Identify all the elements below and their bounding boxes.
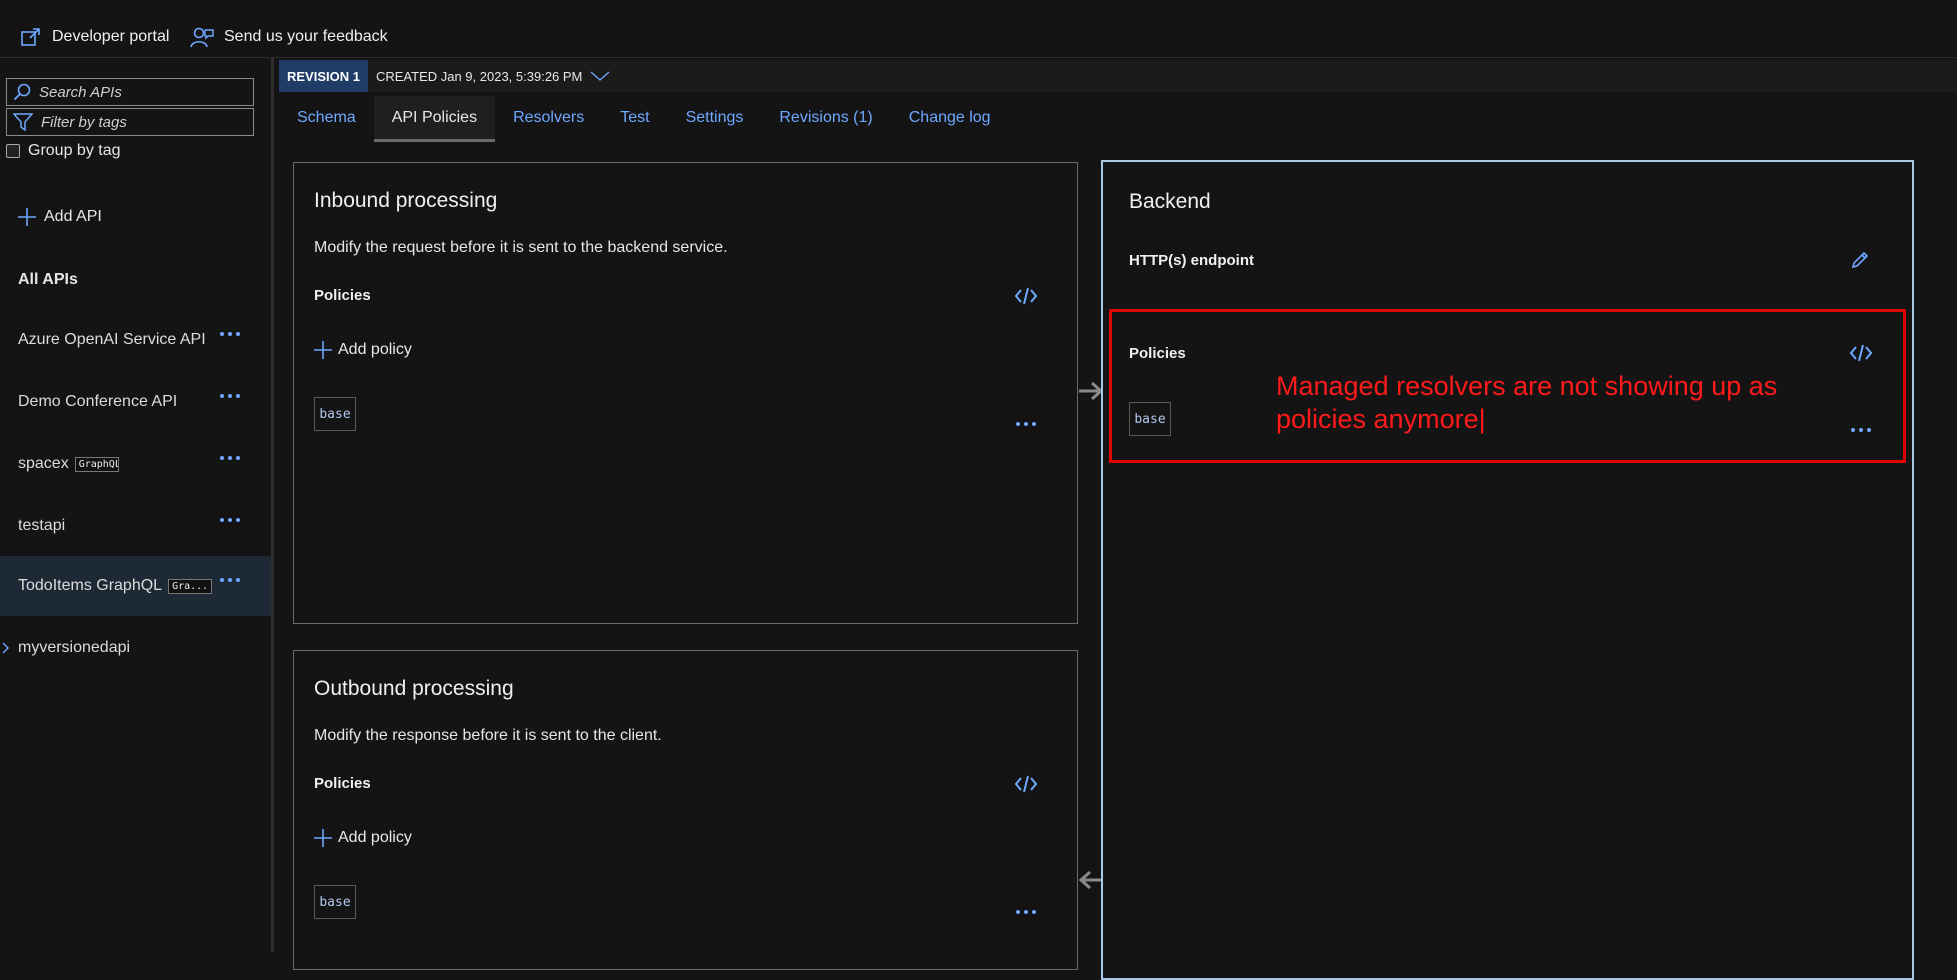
add-policy-label: Add policy (338, 829, 412, 846)
tab-test[interactable]: Test (602, 96, 667, 142)
developer-portal-link[interactable]: Developer portal (20, 24, 169, 50)
tab-settings[interactable]: Settings (668, 96, 762, 142)
annotation-text: Managed resolvers are not showing up as … (1276, 371, 1778, 434)
api-tabs: Schema API Policies Resolvers Test Setti… (279, 96, 1009, 142)
http-endpoint-label: HTTP(s) endpoint (1129, 252, 1254, 269)
tab-change-log[interactable]: Change log (891, 96, 1009, 142)
api-item-azure-openai[interactable]: Azure OpenAI Service API (0, 310, 271, 370)
search-apis-input[interactable] (37, 82, 237, 102)
inbound-title: Inbound processing (314, 189, 498, 212)
plus-icon (18, 208, 36, 226)
api-item-label: Azure OpenAI Service API (18, 331, 206, 348)
api-item-spacex[interactable]: spacex GraphQL (0, 434, 271, 494)
revision-badge: REVISION 1 (279, 60, 368, 92)
filter-tags-box[interactable] (6, 108, 254, 136)
tab-api-policies[interactable]: API Policies (373, 96, 496, 142)
search-icon (13, 83, 31, 101)
external-link-icon (21, 28, 40, 46)
outbound-base-policy[interactable]: base (314, 885, 356, 919)
add-policy-label: Add policy (338, 341, 412, 358)
api-item-myversionedapi[interactable]: myversionedapi (0, 618, 271, 678)
add-api-label: Add API (44, 208, 102, 225)
api-item-demo-conference[interactable]: Demo Conference API (0, 372, 271, 432)
filter-icon (13, 113, 33, 131)
inbound-processing-panel: Inbound processing Modify the request be… (293, 162, 1078, 624)
revision-created-dropdown[interactable]: CREATED Jan 9, 2023, 5:39:26 PM (368, 69, 610, 84)
inbound-base-policy[interactable]: base (314, 397, 356, 431)
group-by-tag-checkbox[interactable]: Group by tag (6, 142, 121, 160)
outbound-policies-label: Policies (314, 775, 371, 792)
inbound-description: Modify the request before it is sent to … (314, 239, 728, 256)
tab-resolvers[interactable]: Resolvers (495, 96, 602, 142)
checkbox-icon[interactable] (6, 144, 20, 158)
api-item-label: TodoItems GraphQL (18, 577, 163, 594)
revision-created-label: CREATED Jan 9, 2023, 5:39:26 PM (375, 68, 583, 84)
api-sidebar: Group by tag Add API All APIs Azure Open… (0, 58, 274, 952)
backend-panel: Backend HTTP(s) endpoint Policies base (1101, 160, 1914, 980)
more-options-icon[interactable] (220, 518, 240, 522)
developer-portal-label: Developer portal (52, 28, 170, 45)
api-item-todoitems-graphql[interactable]: TodoItems GraphQL Gra... (0, 556, 271, 616)
add-api-button[interactable]: Add API (18, 208, 102, 226)
all-apis-heading[interactable]: All APIs (18, 271, 78, 289)
plus-icon (314, 829, 332, 847)
revision-bar: REVISION 1 CREATED Jan 9, 2023, 5:39:26 … (279, 60, 1957, 92)
backend-title: Backend (1129, 190, 1211, 213)
api-item-label: spacex (18, 455, 69, 472)
api-item-label: Demo Conference API (18, 393, 178, 410)
top-bar: Developer portal Send us your feedback (0, 0, 1957, 58)
more-options-icon[interactable] (1016, 422, 1036, 426)
feedback-link[interactable]: Send us your feedback (190, 24, 388, 50)
group-by-tag-label: Group by tag (28, 142, 121, 159)
api-item-label: myversionedapi (18, 639, 131, 656)
code-editor-icon[interactable] (1015, 775, 1037, 793)
api-item-label: testapi (18, 517, 66, 534)
plus-icon (314, 341, 332, 359)
more-options-icon[interactable] (220, 332, 240, 336)
more-options-icon[interactable] (220, 456, 240, 460)
search-apis-box[interactable] (6, 78, 254, 106)
filter-tags-input[interactable] (39, 112, 239, 132)
outbound-title: Outbound processing (314, 677, 514, 700)
more-options-icon[interactable] (1016, 910, 1036, 914)
tab-schema[interactable]: Schema (279, 96, 374, 142)
outbound-description: Modify the response before it is sent to… (314, 727, 662, 744)
feedback-person-icon (190, 27, 214, 48)
more-options-icon[interactable] (220, 394, 240, 398)
feedback-label: Send us your feedback (224, 28, 388, 45)
outbound-processing-panel: Outbound processing Modify the response … (293, 650, 1078, 970)
api-item-testapi[interactable]: testapi (0, 496, 271, 556)
graphql-tag: GraphQL (74, 456, 119, 472)
graphql-tag: Gra... (168, 578, 213, 594)
inbound-add-policy-button[interactable]: Add policy (314, 341, 412, 359)
pencil-icon[interactable] (1850, 250, 1870, 270)
chevron-right-icon[interactable] (2, 642, 10, 654)
more-options-icon[interactable] (220, 578, 240, 582)
inbound-policies-label: Policies (314, 287, 371, 304)
chevron-down-icon[interactable] (590, 71, 610, 81)
outbound-add-policy-button[interactable]: Add policy (314, 829, 412, 847)
tab-revisions[interactable]: Revisions (1) (761, 96, 890, 142)
code-editor-icon[interactable] (1015, 287, 1037, 305)
